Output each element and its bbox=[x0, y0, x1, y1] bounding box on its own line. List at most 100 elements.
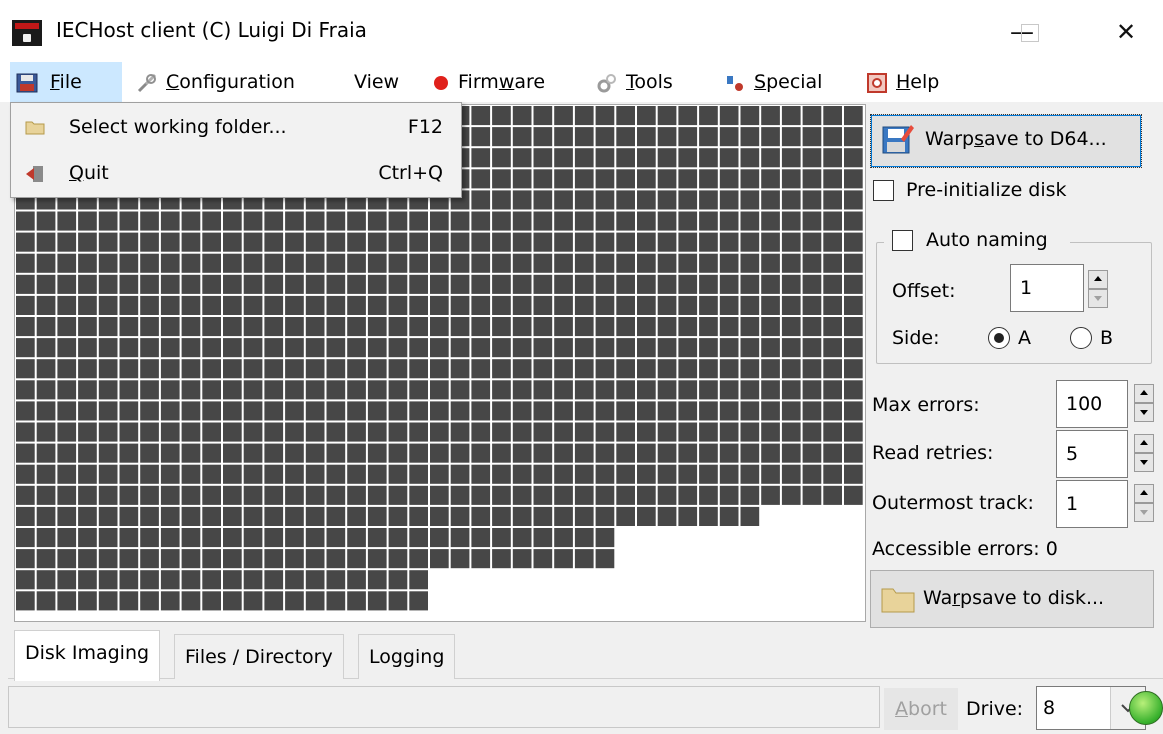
read-retries-field[interactable]: 5 bbox=[1056, 430, 1128, 478]
menu-configuration[interactable]: Configuration bbox=[136, 62, 295, 102]
sector-cell bbox=[533, 485, 553, 505]
title-bar[interactable]: IECHost client (C) Luigi Di Fraia — ✕ bbox=[0, 0, 1163, 62]
sector-cell bbox=[761, 295, 780, 315]
sector-cell bbox=[243, 359, 263, 379]
menu-file[interactable]: File bbox=[10, 62, 122, 102]
sector-cell bbox=[243, 528, 263, 548]
side-a-radio[interactable] bbox=[988, 327, 1010, 349]
sector-cell bbox=[326, 506, 346, 526]
menu-firmware[interactable]: Firmware bbox=[432, 62, 545, 102]
warpsave-d64-button[interactable]: Warpsave to D64... bbox=[870, 114, 1142, 168]
sector-cell bbox=[844, 401, 863, 421]
sector-cell bbox=[140, 464, 159, 484]
max-errors-field[interactable]: 100 bbox=[1056, 380, 1128, 428]
sector-cell bbox=[554, 148, 573, 168]
warpsave-disk-button[interactable]: Warpsave to disk... bbox=[870, 570, 1154, 628]
sector-cell bbox=[243, 570, 263, 590]
sector-cell bbox=[699, 106, 718, 126]
sector-cell bbox=[761, 464, 780, 484]
gears-icon bbox=[597, 73, 616, 92]
sector-cell bbox=[657, 190, 677, 210]
sector-cell bbox=[388, 464, 408, 484]
sector-cell bbox=[16, 253, 35, 273]
outermost-track-field[interactable]: 1 bbox=[1056, 480, 1128, 528]
sector-cell bbox=[450, 380, 470, 400]
sector-cell bbox=[554, 506, 573, 526]
side-b-radio[interactable] bbox=[1070, 327, 1092, 349]
sector-cell bbox=[802, 211, 822, 231]
sector-cell bbox=[595, 549, 615, 569]
sector-cell bbox=[57, 211, 77, 231]
sector-cell bbox=[678, 190, 698, 210]
sector-cell bbox=[202, 253, 221, 273]
menu-item-quit[interactable]: Quit Ctrl+Q bbox=[11, 155, 461, 191]
sector-cell bbox=[533, 232, 553, 252]
sector-cell bbox=[264, 211, 284, 231]
sector-cell bbox=[367, 253, 387, 273]
sector-cell bbox=[802, 253, 822, 273]
sector-cell bbox=[595, 528, 615, 548]
menu-item-select-working-folder[interactable]: Select working folder... F12 bbox=[11, 109, 461, 145]
sector-cell bbox=[326, 401, 346, 421]
sector-cell bbox=[554, 211, 573, 231]
sector-cell bbox=[512, 443, 532, 463]
sector-cell bbox=[243, 506, 263, 526]
outermost-track-label: Outermost track: bbox=[872, 492, 1034, 514]
sector-cell bbox=[554, 464, 573, 484]
sector-cell bbox=[450, 211, 470, 231]
sector-cell bbox=[16, 295, 35, 315]
sector-cell bbox=[740, 274, 760, 294]
maximize-icon bbox=[1021, 24, 1039, 42]
close-button[interactable]: ✕ bbox=[1106, 14, 1146, 50]
sector-cell bbox=[98, 317, 118, 337]
sector-cell bbox=[699, 148, 718, 168]
menu-view[interactable]: View bbox=[354, 62, 399, 102]
sector-cell bbox=[844, 317, 863, 337]
sector-cell bbox=[761, 190, 780, 210]
sector-cell bbox=[844, 338, 863, 358]
abort-button[interactable]: Abort bbox=[884, 688, 958, 730]
sector-cell bbox=[264, 591, 284, 611]
sector-cell bbox=[223, 232, 242, 252]
sector-cell bbox=[16, 506, 35, 526]
tab-logging[interactable]: Logging bbox=[358, 634, 456, 679]
maximize-button[interactable] bbox=[1016, 18, 1056, 54]
sector-cell bbox=[78, 211, 97, 231]
drive-label: Drive: bbox=[966, 698, 1024, 720]
sector-cell bbox=[243, 274, 263, 294]
sector-cell bbox=[305, 443, 325, 463]
sector-cell bbox=[574, 443, 594, 463]
sector-cell bbox=[699, 464, 718, 484]
offset-field[interactable]: 1 bbox=[1010, 264, 1084, 312]
max-errors-spinner[interactable] bbox=[1134, 384, 1154, 422]
sector-cell bbox=[844, 232, 863, 252]
sector-cell bbox=[574, 401, 594, 421]
sector-cell bbox=[657, 317, 677, 337]
sector-cell bbox=[802, 232, 822, 252]
auto-naming-label: Auto naming bbox=[926, 229, 1048, 251]
lifebuoy-icon bbox=[867, 72, 887, 93]
sector-cell bbox=[347, 422, 366, 442]
offset-spinner[interactable] bbox=[1088, 270, 1108, 308]
pre-initialize-checkbox[interactable] bbox=[873, 180, 894, 201]
sector-cell bbox=[347, 549, 366, 569]
sector-cell bbox=[450, 338, 470, 358]
sector-cell bbox=[98, 295, 118, 315]
spin-up-icon bbox=[1140, 390, 1148, 395]
menu-help[interactable]: Help bbox=[866, 62, 939, 102]
outermost-track-spinner[interactable] bbox=[1134, 484, 1154, 522]
side-a-label: A bbox=[1018, 327, 1031, 349]
sector-cell bbox=[430, 506, 449, 526]
tab-disk-imaging[interactable]: Disk Imaging bbox=[14, 630, 161, 681]
sector-cell bbox=[533, 106, 553, 126]
sector-cell bbox=[119, 485, 139, 505]
tab-files-directory[interactable]: Files / Directory bbox=[174, 634, 344, 679]
floppy-icon bbox=[16, 73, 38, 92]
auto-naming-checkbox[interactable] bbox=[892, 230, 913, 251]
menu-tools[interactable]: Tools bbox=[596, 62, 673, 102]
read-retries-spinner[interactable] bbox=[1134, 434, 1154, 472]
menu-special[interactable]: Special bbox=[724, 62, 822, 102]
sector-cell bbox=[36, 506, 56, 526]
sector-cell bbox=[678, 127, 698, 147]
sector-cell bbox=[678, 106, 698, 126]
